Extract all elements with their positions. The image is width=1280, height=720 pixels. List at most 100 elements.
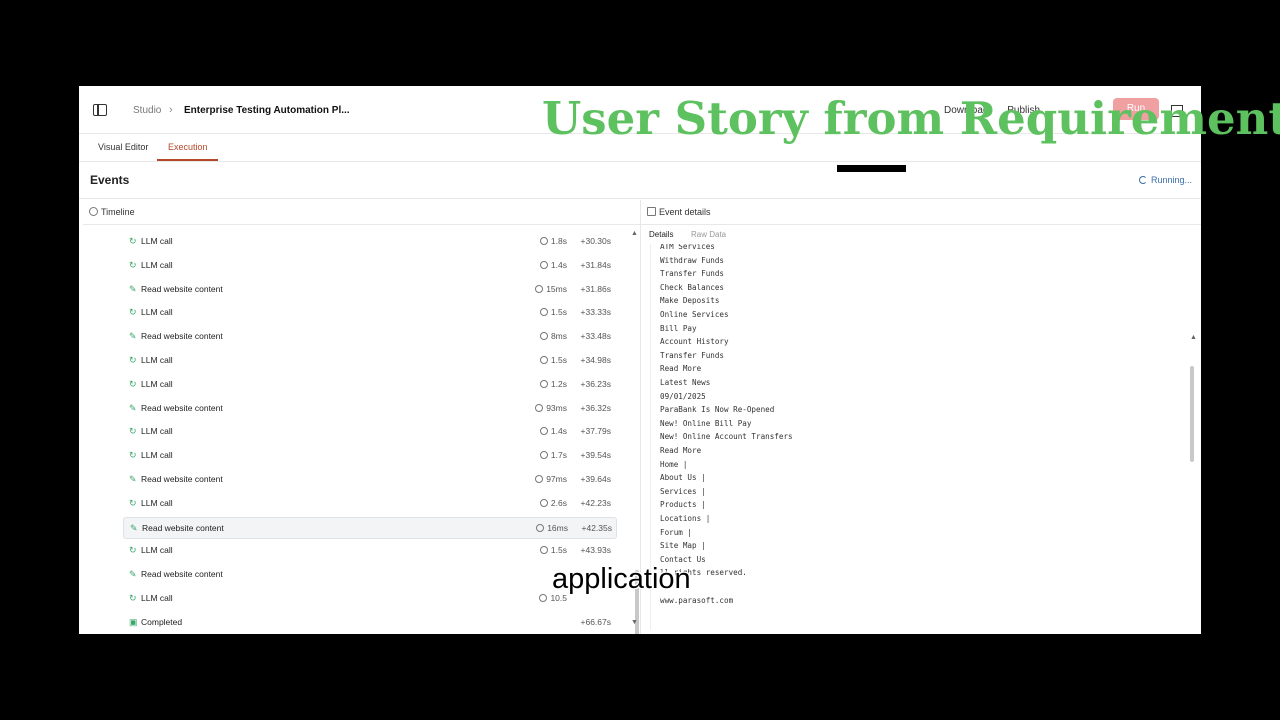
- timeline-row-offset: +39.54s: [580, 450, 612, 461]
- details-line: Products |: [660, 500, 706, 510]
- sidebar-toggle-icon[interactable]: [93, 104, 107, 116]
- timeline-row[interactable]: ✎ Read website content 97ms +39.64s: [123, 469, 615, 489]
- details-line: Bill Pay: [660, 323, 697, 333]
- timeline-row-duration: 1.5s: [539, 545, 567, 555]
- llm-icon: ↻: [129, 545, 137, 556]
- llm-icon: ↻: [129, 497, 137, 508]
- timeline-row-label: Read website content: [141, 569, 223, 580]
- details-line: Make Deposits: [660, 296, 720, 306]
- timeline-row[interactable]: ↻ LLM call 1.5s +43.93s: [123, 540, 615, 560]
- details-line: Services |: [660, 486, 706, 496]
- timeline-row[interactable]: ↻ LLM call 1.2s +36.23s: [123, 374, 615, 394]
- timeline-row[interactable]: ▣ Completed +66.67s: [123, 612, 615, 632]
- breadcrumb-current: Enterprise Testing Automation Pl...: [184, 105, 350, 116]
- timeline-row[interactable]: ↻ LLM call 1.5s +33.33s: [123, 302, 615, 322]
- timeline-row-duration-text: 1.5s: [550, 307, 567, 318]
- timeline-row-offset: +36.23s: [580, 378, 612, 389]
- timeline-row-duration-text: 1.5s: [550, 355, 567, 365]
- timeline-row-duration: 1.4s: [539, 426, 567, 437]
- timeline-row-label: LLM call: [141, 450, 173, 461]
- timeline-row[interactable]: ✎ Read website content 8ms +33.48s: [123, 326, 615, 346]
- timeline-row-duration: 1.5s: [539, 307, 567, 318]
- tab-visual-editor[interactable]: Visual Editor: [98, 142, 148, 152]
- timeline-row-duration-text: 1.4s: [550, 426, 567, 437]
- timeline-row-label: Read website content: [141, 474, 223, 484]
- spinner-icon: [1139, 176, 1147, 184]
- tool-icon: ✎: [129, 331, 137, 342]
- timeline-row-label: Read website content: [141, 402, 223, 413]
- clock-icon: [539, 308, 548, 317]
- breadcrumb-studio[interactable]: Studio: [133, 105, 161, 116]
- timeline-row-label: LLM call: [141, 497, 173, 508]
- timeline-row-label: LLM call: [141, 426, 173, 437]
- details-line: Transfer Funds: [660, 350, 725, 360]
- clock-icon: [89, 207, 98, 216]
- timeline-row[interactable]: ✎ Read website content 16ms +42.35s: [123, 516, 617, 539]
- timeline-row-label: LLM call: [141, 307, 173, 318]
- timeline-row-duration-text: 1.2s: [550, 378, 567, 389]
- llm-icon: ↻: [129, 355, 137, 365]
- breadcrumb-separator-icon: ›: [169, 104, 173, 116]
- timeline-row[interactable]: ↻ LLM call 2.6s +42.23s: [123, 493, 615, 513]
- scroll-down-icon[interactable]: ▼: [631, 619, 638, 626]
- timeline-row[interactable]: ↻ LLM call 10.5: [123, 588, 615, 608]
- tool-icon: ✎: [129, 569, 137, 580]
- clock-icon: [539, 546, 548, 555]
- document-icon: [647, 207, 656, 216]
- tab-execution[interactable]: Execution: [168, 142, 208, 152]
- timeline-header: Timeline: [83, 200, 640, 225]
- details-line: 09/01/2025: [660, 391, 706, 401]
- timeline-row-duration: 16ms: [536, 523, 568, 533]
- details-line: About Us |: [660, 473, 706, 483]
- llm-icon: ↻: [129, 450, 137, 461]
- timeline-row-offset: +42.23s: [580, 497, 612, 508]
- timeline-row-label: LLM call: [141, 593, 173, 603]
- timeline-row-offset: +37.79s: [580, 426, 612, 437]
- timeline-row[interactable]: ✎ Read website content: [123, 564, 615, 584]
- clock-icon: [535, 284, 544, 293]
- timeline-row-offset: +36.32s: [580, 402, 612, 413]
- details-line: ATM Services: [660, 244, 715, 251]
- event-details-pane: Event details Details Raw Data ATM Servi…: [641, 200, 1201, 634]
- timeline-row-offset: +66.67s: [580, 616, 612, 627]
- llm-icon: ↻: [129, 236, 137, 246]
- timeline-row[interactable]: ↻ LLM call 1.5s +34.98s: [123, 350, 615, 370]
- timeline-row-duration-text: 93ms: [546, 402, 567, 413]
- timeline-row-duration-text: 2.6s: [550, 497, 567, 508]
- timeline-row[interactable]: ✎ Read website content 93ms +36.32s: [123, 398, 615, 418]
- details-line: Forum |: [660, 527, 693, 537]
- details-scroll-up-icon[interactable]: ▲: [1190, 334, 1197, 341]
- timeline-row-label: LLM call: [141, 236, 173, 246]
- running-status: Running...: [1139, 175, 1192, 185]
- timeline-row-duration-text: 1.4s: [550, 259, 567, 270]
- timeline-row-label: LLM call: [141, 355, 173, 365]
- details-line: Read More: [660, 446, 702, 455]
- timeline-row-duration-text: 16ms: [547, 522, 568, 533]
- timeline-row[interactable]: ↻ LLM call 1.8s +30.30s: [123, 231, 615, 251]
- llm-icon: ↻: [129, 307, 137, 318]
- timeline-row[interactable]: ↻ LLM call 1.7s +39.54s: [123, 445, 615, 465]
- clock-icon: [539, 594, 548, 602]
- timeline-row[interactable]: ↻ LLM call 1.4s +37.79s: [123, 421, 615, 441]
- timeline-row-label: LLM call: [141, 545, 173, 556]
- details-line: Locations |: [660, 514, 711, 523]
- timeline-row[interactable]: ↻ LLM call 1.4s +31.84s: [123, 255, 615, 275]
- scroll-up-icon[interactable]: ▲: [631, 230, 638, 237]
- tab-details[interactable]: Details: [649, 230, 673, 239]
- timeline-row-duration: 1.4s: [539, 259, 567, 270]
- details-scrollbar-thumb[interactable]: [1190, 366, 1194, 462]
- subtitle-caption: application: [552, 563, 691, 595]
- details-line: Withdraw Funds: [660, 255, 725, 265]
- timeline-row-duration: 1.2s: [539, 378, 567, 389]
- details-line: www.parasoft.com: [660, 595, 734, 605]
- running-status-text: Running...: [1151, 175, 1193, 185]
- timeline-row-offset: +30.30s: [580, 236, 612, 246]
- clock-icon: [536, 523, 545, 532]
- timeline-row[interactable]: ✎ Read website content 15ms +31.86s: [123, 279, 615, 299]
- timeline-row-duration-text: 8ms: [550, 331, 567, 342]
- redaction-bar: [837, 165, 906, 172]
- details-line: New! Online Bill Pay: [660, 418, 752, 428]
- timeline-row-label: Read website content: [142, 522, 224, 533]
- tab-raw-data[interactable]: Raw Data: [691, 230, 726, 239]
- timeline-row-offset: +33.33s: [580, 307, 612, 318]
